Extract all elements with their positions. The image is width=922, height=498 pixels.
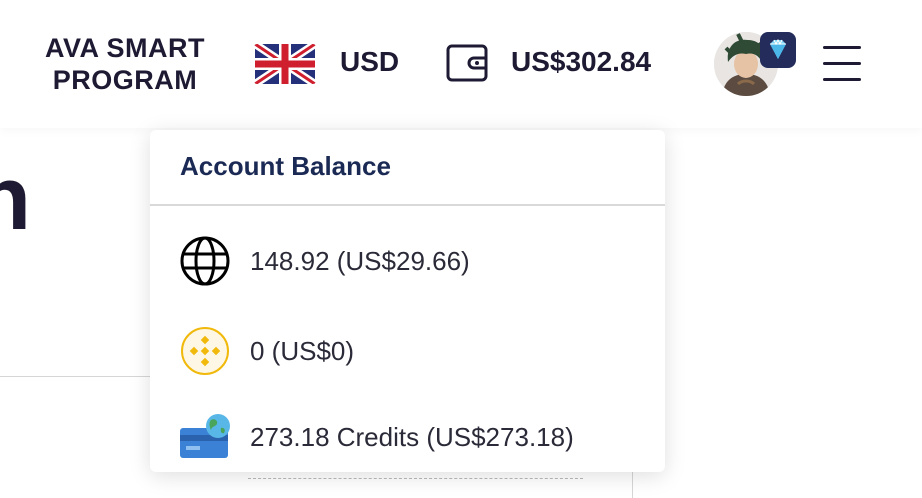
balance-item-credits[interactable]: 273.18 Credits (US$273.18) xyxy=(150,406,665,466)
balance-item-label: 0 (US$0) xyxy=(250,336,355,366)
hamburger-menu-icon[interactable] xyxy=(823,46,861,82)
credits-card-globe-icon xyxy=(180,412,230,462)
dropdown-divider xyxy=(150,204,665,206)
background-heading-fragment: n xyxy=(0,149,31,249)
binance-coin-icon xyxy=(180,326,230,376)
dashed-divider xyxy=(248,478,583,479)
balance-item-label: 148.92 (US$29.66) xyxy=(250,246,470,276)
wallet-balance[interactable]: US$302.84 xyxy=(511,46,651,78)
diamond-icon xyxy=(760,32,796,68)
balance-item-binance[interactable]: 0 (US$0) xyxy=(150,320,665,380)
brand-logo-text[interactable]: AVA SMART PROGRAM xyxy=(40,32,210,96)
currency-selector[interactable]: USD xyxy=(340,46,399,78)
account-balance-dropdown: Account Balance 148.92 (US$29.66) 0 (US$… xyxy=(150,130,665,472)
top-navigation-bar: AVA SMART PROGRAM USD US$302.84 xyxy=(0,0,922,128)
dropdown-title: Account Balance xyxy=(180,151,391,181)
uk-flag-icon[interactable] xyxy=(254,44,316,84)
wallet-icon[interactable] xyxy=(446,42,490,89)
divider xyxy=(0,376,150,377)
balance-item-globe[interactable]: 148.92 (US$29.66) xyxy=(150,230,665,290)
globe-icon xyxy=(180,236,230,286)
balance-item-label: 273.18 Credits (US$273.18) xyxy=(250,422,574,452)
